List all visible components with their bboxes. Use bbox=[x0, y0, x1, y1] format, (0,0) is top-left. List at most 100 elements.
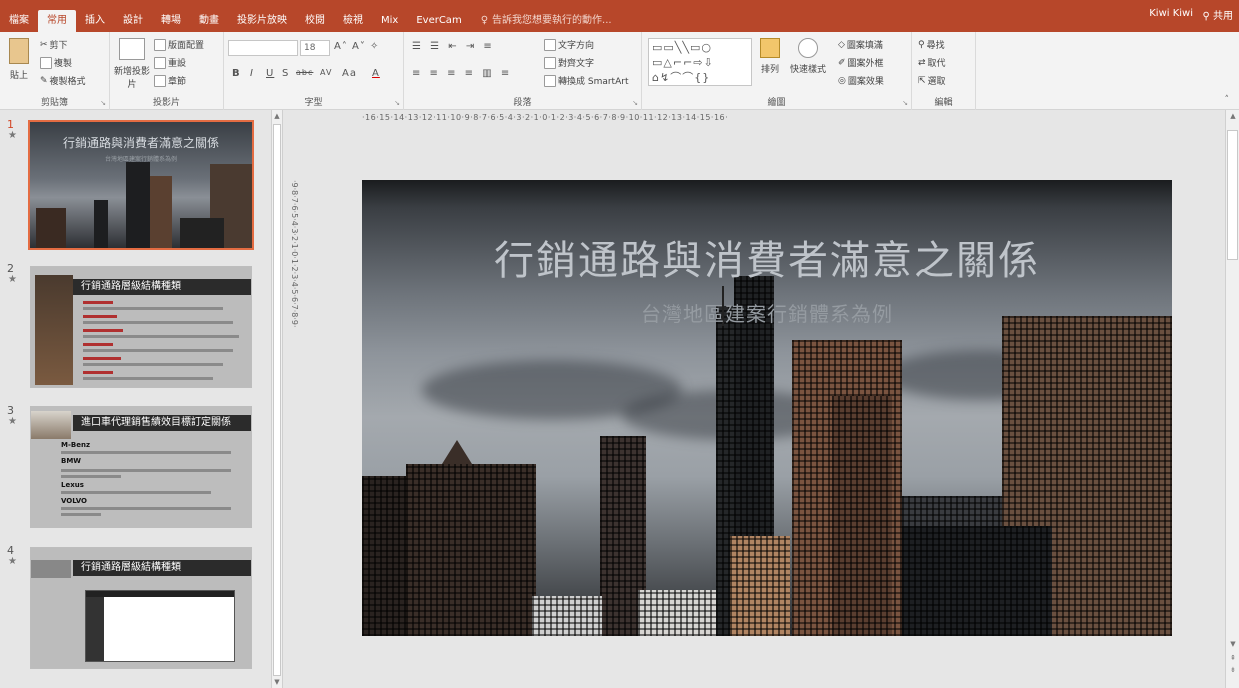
arrange-button[interactable]: 排列 bbox=[760, 38, 780, 75]
shape-outline-button[interactable]: ✐ 圖案外框 bbox=[838, 56, 884, 70]
layout-button[interactable]: 版面配置 bbox=[154, 38, 204, 51]
italic-button[interactable]: I bbox=[250, 68, 254, 79]
alignment-buttons[interactable]: ≡ ≡ ≡ ≡ ▥ ≡ bbox=[412, 68, 512, 79]
smartart-button[interactable]: 轉換成 SmartArt bbox=[544, 74, 628, 87]
font-color-button[interactable]: A bbox=[372, 68, 380, 79]
user-name[interactable]: Kiwi Kiwi bbox=[1149, 8, 1193, 19]
thumb-building bbox=[180, 218, 224, 248]
tab-review[interactable]: 校閱 bbox=[296, 10, 334, 32]
replace-icon: ⇄ bbox=[918, 57, 926, 68]
tab-slideshow[interactable]: 投影片放映 bbox=[228, 10, 296, 32]
format-painter-button[interactable]: ✎ 複製格式 bbox=[40, 74, 86, 88]
scroll-up-arrow-icon[interactable]: ▲ bbox=[1229, 112, 1237, 120]
thumb-building bbox=[36, 208, 66, 248]
reset-button[interactable]: 重設 bbox=[154, 56, 186, 69]
shape-effects-button[interactable]: ◎ 圖案效果 bbox=[838, 74, 884, 88]
cut-button[interactable]: ✂ 剪下 bbox=[40, 38, 68, 52]
tab-design[interactable]: 設計 bbox=[114, 10, 152, 32]
editor-scrollbar[interactable]: ▲ ▼ ⇞ ⇟ bbox=[1225, 110, 1239, 688]
bold-button[interactable]: B bbox=[232, 68, 241, 79]
tab-insert[interactable]: 插入 bbox=[76, 10, 114, 32]
font-dialog-launcher-icon[interactable]: ↘ bbox=[394, 99, 400, 107]
tab-file[interactable]: 檔案 bbox=[0, 10, 38, 32]
tab-transitions[interactable]: 轉場 bbox=[152, 10, 190, 32]
select-button[interactable]: ⇱ 選取 bbox=[918, 74, 946, 88]
thumbnail-panel-scrollbar[interactable]: ▲ ▼ bbox=[271, 110, 282, 688]
animation-star-icon: ★ bbox=[8, 416, 17, 427]
slide-thumbnail-2[interactable]: 行銷通路層級結構種類 bbox=[30, 266, 252, 388]
find-button[interactable]: ⚲ 尋找 bbox=[918, 38, 945, 52]
current-slide[interactable]: 行銷通路與消費者滿意之關係 台灣地區建案行銷體系為例 bbox=[362, 180, 1172, 636]
thumb-text-line bbox=[83, 301, 113, 304]
effects-icon: ◎ bbox=[838, 75, 846, 86]
paragraph-group-title: 段落 bbox=[513, 98, 532, 108]
underline-button[interactable]: U bbox=[266, 68, 274, 79]
copy-button[interactable]: 複製 bbox=[40, 56, 72, 69]
replace-button[interactable]: ⇄ 取代 bbox=[918, 56, 946, 70]
thumb-text-line bbox=[61, 469, 231, 472]
slide-title[interactable]: 行銷通路與消費者滿意之關係 bbox=[362, 228, 1172, 286]
paste-label: 貼上 bbox=[9, 71, 28, 81]
tell-me-search[interactable]: ♀ 告訴我您想要執行的動作... bbox=[471, 10, 626, 32]
text-direction-button[interactable]: 文字方向 bbox=[544, 38, 594, 51]
reset-icon bbox=[154, 56, 166, 69]
new-slide-icon bbox=[119, 38, 145, 60]
scrollbar-thumb[interactable] bbox=[273, 124, 281, 676]
slide-thumbnail-3[interactable]: 進口車代理銷售績效目標訂定關係 M-Benz BMW Lexus VOLVO bbox=[30, 406, 252, 528]
collapse-ribbon-icon[interactable]: ˄ bbox=[1225, 95, 1230, 105]
brand-label: BMW bbox=[61, 457, 82, 465]
animation-star-icon: ★ bbox=[8, 556, 17, 567]
text-direction-icon bbox=[544, 38, 556, 51]
share-button[interactable]: ⚲ 共用 bbox=[1202, 7, 1233, 22]
align-text-icon bbox=[544, 56, 556, 69]
scroll-down-arrow-icon[interactable]: ▼ bbox=[1229, 640, 1237, 648]
editing-group-title: 編輯 bbox=[934, 98, 953, 108]
tab-view[interactable]: 檢視 bbox=[334, 10, 372, 32]
char-spacing-button[interactable]: AV bbox=[320, 68, 332, 77]
tab-home[interactable]: 常用 bbox=[38, 10, 76, 32]
drawing-dialog-launcher-icon[interactable]: ↘ bbox=[902, 99, 908, 107]
scroll-down-arrow-icon[interactable]: ▼ bbox=[273, 678, 281, 686]
thumb-text-line bbox=[61, 475, 121, 478]
shadow-button[interactable]: S bbox=[282, 68, 289, 79]
tab-mix[interactable]: Mix bbox=[372, 10, 407, 32]
quick-styles-label: 快速樣式 bbox=[790, 65, 827, 75]
scroll-up-arrow-icon[interactable]: ▲ bbox=[273, 112, 281, 120]
new-slide-label: 新增投影片 bbox=[114, 67, 151, 90]
tab-evercam[interactable]: EverCam bbox=[407, 10, 470, 32]
new-slide-button[interactable]: 新增投影片 bbox=[114, 38, 150, 90]
font-size-input[interactable]: 18 bbox=[300, 40, 330, 56]
slides-group-title: 投影片 bbox=[152, 98, 180, 108]
building bbox=[730, 536, 790, 636]
quick-styles-button[interactable]: 快速樣式 bbox=[790, 38, 826, 75]
slide-thumbnail-4[interactable]: 行銷通路層級結構種類 bbox=[30, 547, 252, 669]
animation-star-icon: ★ bbox=[8, 130, 17, 141]
person-icon: ⚲ bbox=[1202, 11, 1210, 22]
bullets-numbering-buttons[interactable]: ☰ ☰ ⇤ ⇥ ≡ bbox=[412, 41, 495, 52]
shapes-gallery[interactable]: ▭▭╲╲▭○ ▭△⌐⌐⇨⇩ ⌂↯⌒⌒{} bbox=[648, 38, 752, 86]
dialog-launcher-icon[interactable]: ↘ bbox=[100, 99, 106, 107]
slide-subtitle[interactable]: 台灣地區建案行銷體系為例 bbox=[362, 298, 1172, 327]
next-slide-icon[interactable]: ⇟ bbox=[1229, 666, 1237, 674]
align-text-button[interactable]: 對齊文字 bbox=[544, 56, 594, 69]
thumb-text-line bbox=[83, 321, 233, 324]
paste-button[interactable]: 貼上 bbox=[4, 38, 34, 81]
previous-slide-icon[interactable]: ⇞ bbox=[1229, 654, 1237, 662]
strikethrough-button[interactable]: abc bbox=[296, 68, 313, 77]
thumb-text-line bbox=[83, 349, 233, 352]
font-name-input[interactable] bbox=[228, 40, 298, 56]
grow-shrink-font-buttons[interactable]: A˄ A˅ ✧ bbox=[334, 41, 379, 52]
animation-star-icon: ★ bbox=[8, 274, 17, 285]
shape-fill-button[interactable]: ◇ 圖案填滿 bbox=[838, 38, 883, 52]
slide-thumbnail-1[interactable]: 行銷通路與消費者滿意之關係 台灣地區建案行銷體系為例 bbox=[28, 120, 254, 250]
section-button[interactable]: 章節 bbox=[154, 74, 186, 87]
paragraph-dialog-launcher-icon[interactable]: ↘ bbox=[632, 99, 638, 107]
ribbon-home: 貼上 ✂ 剪下 複製 ✎ 複製格式 剪貼簿 ↘ 新增投影片 版面配置 重設 章節 投… bbox=[0, 32, 1239, 110]
tab-animations[interactable]: 動畫 bbox=[190, 10, 228, 32]
cut-label: 剪下 bbox=[49, 41, 68, 51]
building bbox=[638, 590, 728, 636]
editor-scrollbar-thumb[interactable] bbox=[1227, 130, 1238, 260]
change-case-button[interactable]: Aa bbox=[342, 68, 357, 79]
shape-outline-label: 圖案外框 bbox=[847, 59, 884, 69]
copy-icon bbox=[40, 56, 52, 69]
